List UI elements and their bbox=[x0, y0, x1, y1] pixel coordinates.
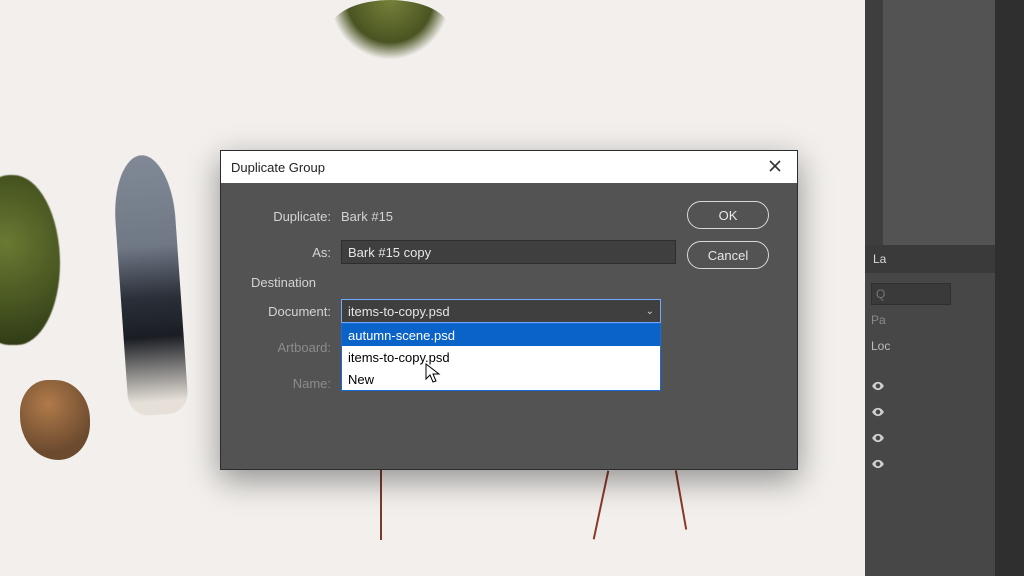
decor-bark bbox=[20, 380, 90, 460]
decor-feather bbox=[111, 153, 189, 417]
cancel-button[interactable]: Cancel bbox=[687, 241, 769, 269]
dropdown-option-autumn-scene[interactable]: autumn-scene.psd bbox=[342, 324, 660, 346]
close-button[interactable] bbox=[761, 153, 789, 181]
cancel-button-label: Cancel bbox=[708, 248, 748, 263]
layers-panel-body: Pa Loc bbox=[865, 273, 995, 576]
panel-row-label: Pa bbox=[871, 313, 886, 327]
document-label: Document: bbox=[241, 304, 341, 319]
artboard-label: Artboard: bbox=[241, 340, 341, 355]
duplicate-value: Bark #15 bbox=[341, 209, 393, 224]
dropdown-option-label: New bbox=[348, 372, 374, 387]
document-dropdown: autumn-scene.psd items-to-copy.psd New bbox=[341, 323, 661, 391]
eye-icon[interactable] bbox=[871, 457, 885, 471]
eye-icon[interactable] bbox=[871, 431, 885, 445]
panel-dock bbox=[995, 0, 1024, 576]
layers-panel-tab[interactable]: La bbox=[865, 245, 995, 273]
decor-moss bbox=[0, 175, 60, 345]
chevron-down-icon: ⌄ bbox=[646, 306, 654, 317]
eye-icon[interactable] bbox=[871, 405, 885, 419]
decor-stem bbox=[675, 470, 687, 529]
layer-search-input[interactable] bbox=[871, 283, 951, 305]
cursor-pointer-icon bbox=[425, 363, 441, 385]
name-label: Name: bbox=[241, 376, 341, 391]
decor-stem bbox=[380, 470, 382, 540]
panel-tab-label: La bbox=[873, 252, 886, 266]
dialog-titlebar[interactable]: Duplicate Group bbox=[221, 151, 797, 183]
eye-icon[interactable] bbox=[871, 379, 885, 393]
duplicate-label: Duplicate: bbox=[241, 209, 341, 224]
dialog-title: Duplicate Group bbox=[231, 160, 325, 175]
document-select-value: items-to-copy.psd bbox=[348, 304, 450, 319]
panel-row-label: Loc bbox=[871, 339, 890, 353]
right-panel-strip: La Pa Loc bbox=[865, 0, 1024, 576]
close-icon bbox=[769, 160, 781, 175]
ok-button-label: OK bbox=[719, 208, 738, 223]
decor-moss-top bbox=[330, 0, 450, 60]
ok-button[interactable]: OK bbox=[687, 201, 769, 229]
document-select[interactable]: items-to-copy.psd ⌄ bbox=[341, 299, 661, 323]
dropdown-option-label: autumn-scene.psd bbox=[348, 328, 455, 343]
decor-stem bbox=[593, 471, 610, 540]
duplicate-group-dialog: Duplicate Group Duplicate: Bark #15 As: … bbox=[220, 150, 798, 470]
dropdown-option-new[interactable]: New bbox=[342, 368, 660, 390]
dropdown-option-items-to-copy[interactable]: items-to-copy.psd bbox=[342, 346, 660, 368]
as-label: As: bbox=[241, 245, 341, 260]
as-input[interactable] bbox=[341, 240, 676, 264]
